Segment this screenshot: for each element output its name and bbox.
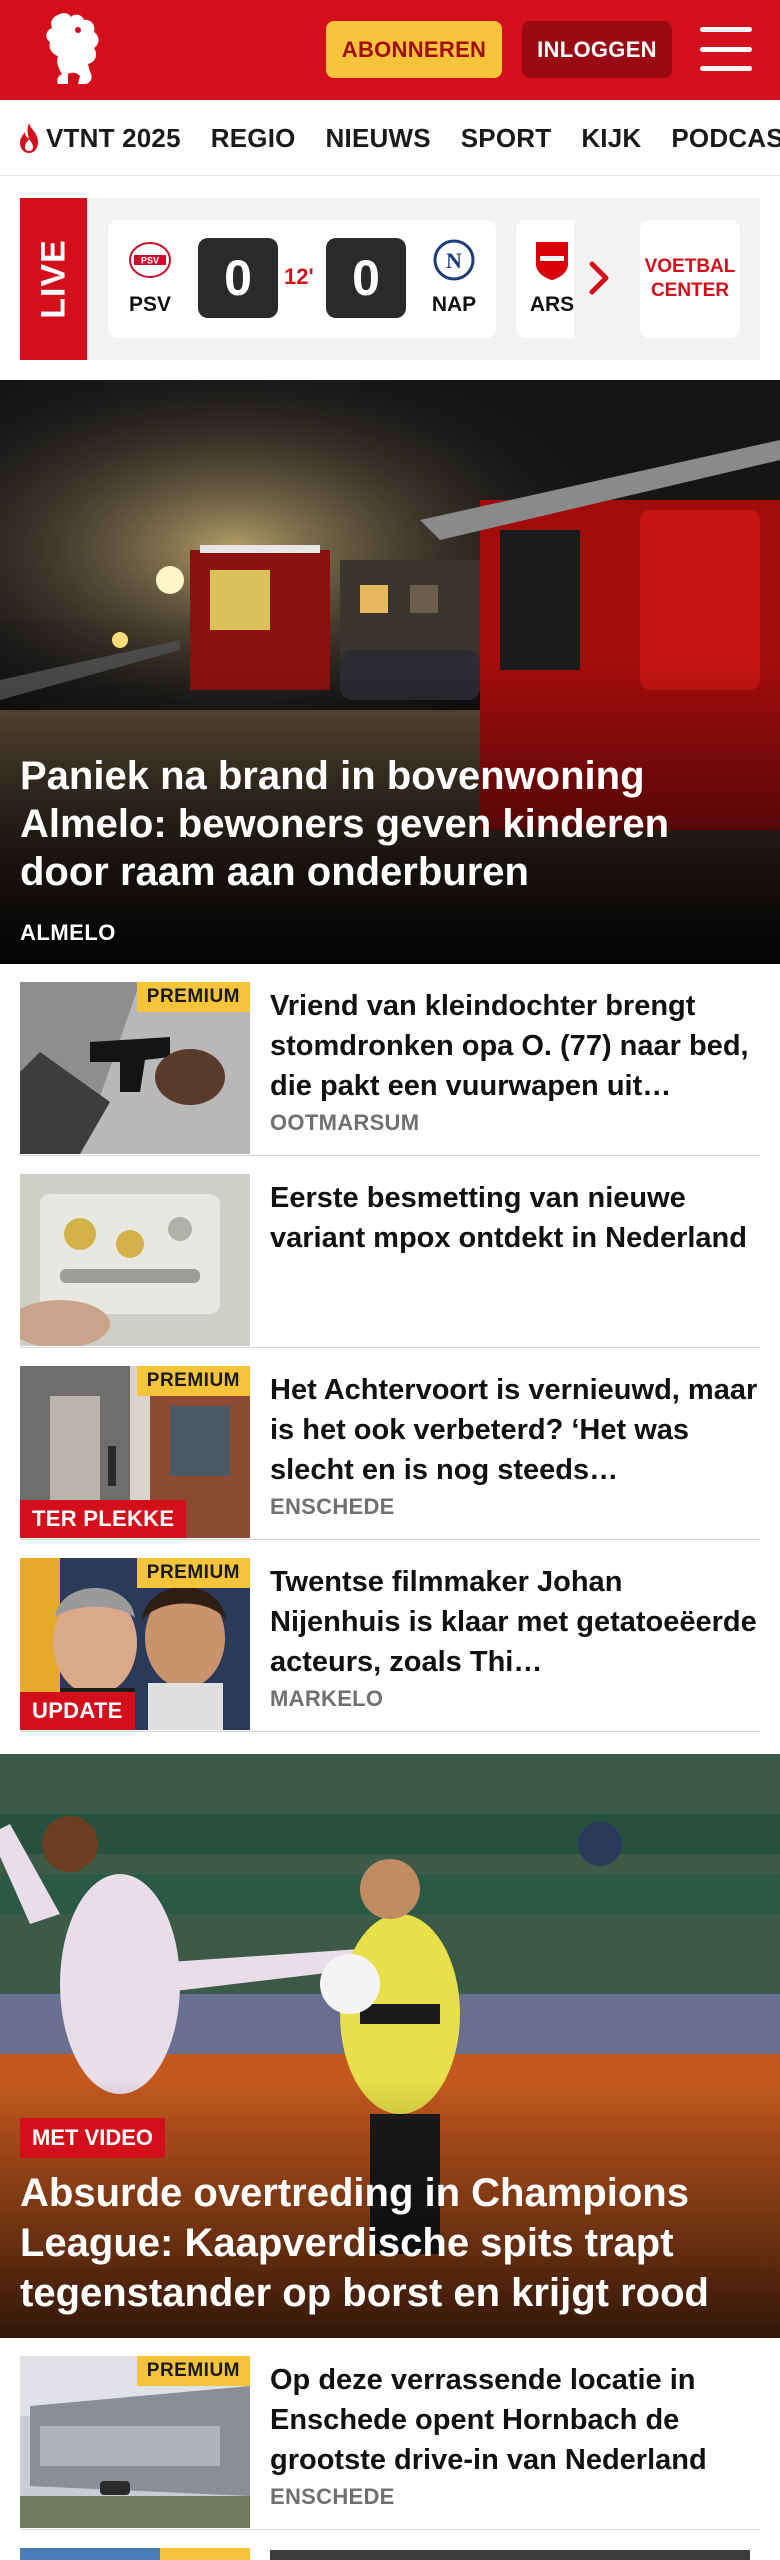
article-title-fragment xyxy=(270,2550,750,2560)
svg-text:PSV: PSV xyxy=(141,256,159,266)
away-team-name: NAP xyxy=(431,293,477,316)
article-title[interactable]: Eerste besmetting van nieuwe variant mpo… xyxy=(270,1178,760,1258)
tubantia-horse-logo[interactable] xyxy=(38,10,106,90)
napoli-crest-icon: N xyxy=(433,239,475,281)
nav-item-sport[interactable]: SPORT xyxy=(461,123,552,154)
premium-badge: PREMIUM xyxy=(136,2356,250,2386)
hero-location: ALMELO xyxy=(20,920,116,945)
nav-item-kijk[interactable]: KIJK xyxy=(581,123,641,154)
top-bar: ABONNEREN INLOGGEN xyxy=(0,0,780,100)
nav-item-vtnt[interactable]: VTNT 2025 xyxy=(16,122,181,154)
met-video-badge: MET VIDEO xyxy=(20,2118,166,2158)
article-location: OOTMARSUM xyxy=(270,1110,420,1135)
article-location: ENSCHEDE xyxy=(270,1494,395,1519)
premium-badge: PREMIUM xyxy=(136,1366,250,1396)
video-hero-title[interactable]: Absurde overtreding in Champions League:… xyxy=(20,2168,760,2318)
premium-badge: PREMIUM xyxy=(136,982,250,1012)
login-button[interactable]: INLOGGEN xyxy=(522,21,672,78)
ter-plekke-badge: TER PLEKKE xyxy=(20,1500,187,1538)
away-team: N NAP xyxy=(424,238,484,317)
next-team: ARS xyxy=(522,238,574,317)
hero-article[interactable]: Paniek na brand in bovenwoning Almelo: b… xyxy=(0,380,780,964)
home-team-name: PSV xyxy=(128,293,172,316)
psv-crest-icon: PSV xyxy=(129,242,171,278)
match-minute: 12' xyxy=(284,264,314,289)
nav-item-nieuws[interactable]: NIEUWS xyxy=(326,123,431,154)
nav-item-regio[interactable]: REGIO xyxy=(211,123,296,154)
next-team-name: ARS xyxy=(529,293,574,316)
arsenal-crest-icon xyxy=(536,242,568,280)
article-title[interactable]: Vriend van kleindochter brengt stomdronk… xyxy=(270,986,760,1106)
flame-icon xyxy=(20,123,38,153)
next-list-item-peek[interactable] xyxy=(20,2548,760,2560)
home-score: 0 xyxy=(198,238,278,318)
list-item[interactable]: PREMIUM Vriend van kleindochter brengt s… xyxy=(20,964,760,1156)
subscribe-button[interactable]: ABONNEREN xyxy=(326,21,502,78)
next-match-card[interactable]: ARS xyxy=(516,220,574,338)
article-title[interactable]: Twentse filmmaker Johan Nijenhuis is kla… xyxy=(270,1562,760,1682)
list-item[interactable]: PREMIUM UPDATE Twentse filmmaker Johan N… xyxy=(20,1540,760,1732)
list-item[interactable]: Eerste besmetting van nieuwe variant mpo… xyxy=(20,1156,760,1348)
nav-item-podcast[interactable]: PODCAST xyxy=(671,123,780,154)
section-nav: VTNT 2025 REGIO NIEUWS SPORT KIJK PODCAS… xyxy=(0,100,780,176)
away-score: 0 xyxy=(326,238,406,318)
premium-badge: PREMIUM xyxy=(136,1558,250,1588)
live-scores-strip: LIVE PSV PSV 0 12' 0 N NAP ARS VOETBAL C… xyxy=(20,198,760,360)
hamburger-menu-icon[interactable] xyxy=(700,27,752,71)
voetbal-center-button[interactable]: VOETBAL CENTER xyxy=(640,220,740,338)
article-thumbnail xyxy=(20,1174,250,1346)
list-item[interactable]: PREMIUM Op deze verrassende locatie in E… xyxy=(20,2338,760,2530)
article-location: ENSCHEDE xyxy=(270,2484,395,2509)
article-title[interactable]: Het Achtervoort is vernieuwd, maar is he… xyxy=(270,1370,760,1490)
update-badge: UPDATE xyxy=(20,1692,135,1730)
article-title[interactable]: Op deze verrassende locatie in Enschede … xyxy=(270,2360,760,2480)
list-item[interactable]: PREMIUM TER PLEKKE Het Achtervoort is ve… xyxy=(20,1348,760,1540)
article-thumbnail: PREMIUM UPDATE xyxy=(20,1558,250,1730)
nav-item-label: VTNT 2025 xyxy=(46,122,181,153)
article-thumbnail: PREMIUM TER PLEKKE xyxy=(20,1366,250,1538)
article-thumbnail: PREMIUM xyxy=(20,982,250,1154)
article-thumbnail: PREMIUM xyxy=(20,2356,250,2528)
svg-text:N: N xyxy=(446,248,462,273)
live-match-card[interactable]: PSV PSV 0 12' 0 N NAP xyxy=(108,220,496,338)
article-location: MARKELO xyxy=(270,1686,384,1711)
video-hero-article[interactable]: MET VIDEO Absurde overtreding in Champio… xyxy=(0,1754,780,2338)
hero-title[interactable]: Paniek na brand in bovenwoning Almelo: b… xyxy=(20,752,740,896)
chevron-right-icon[interactable] xyxy=(580,258,620,298)
home-team: PSV PSV xyxy=(120,238,180,317)
live-label: LIVE xyxy=(20,198,87,360)
premium-badge xyxy=(160,2548,250,2560)
